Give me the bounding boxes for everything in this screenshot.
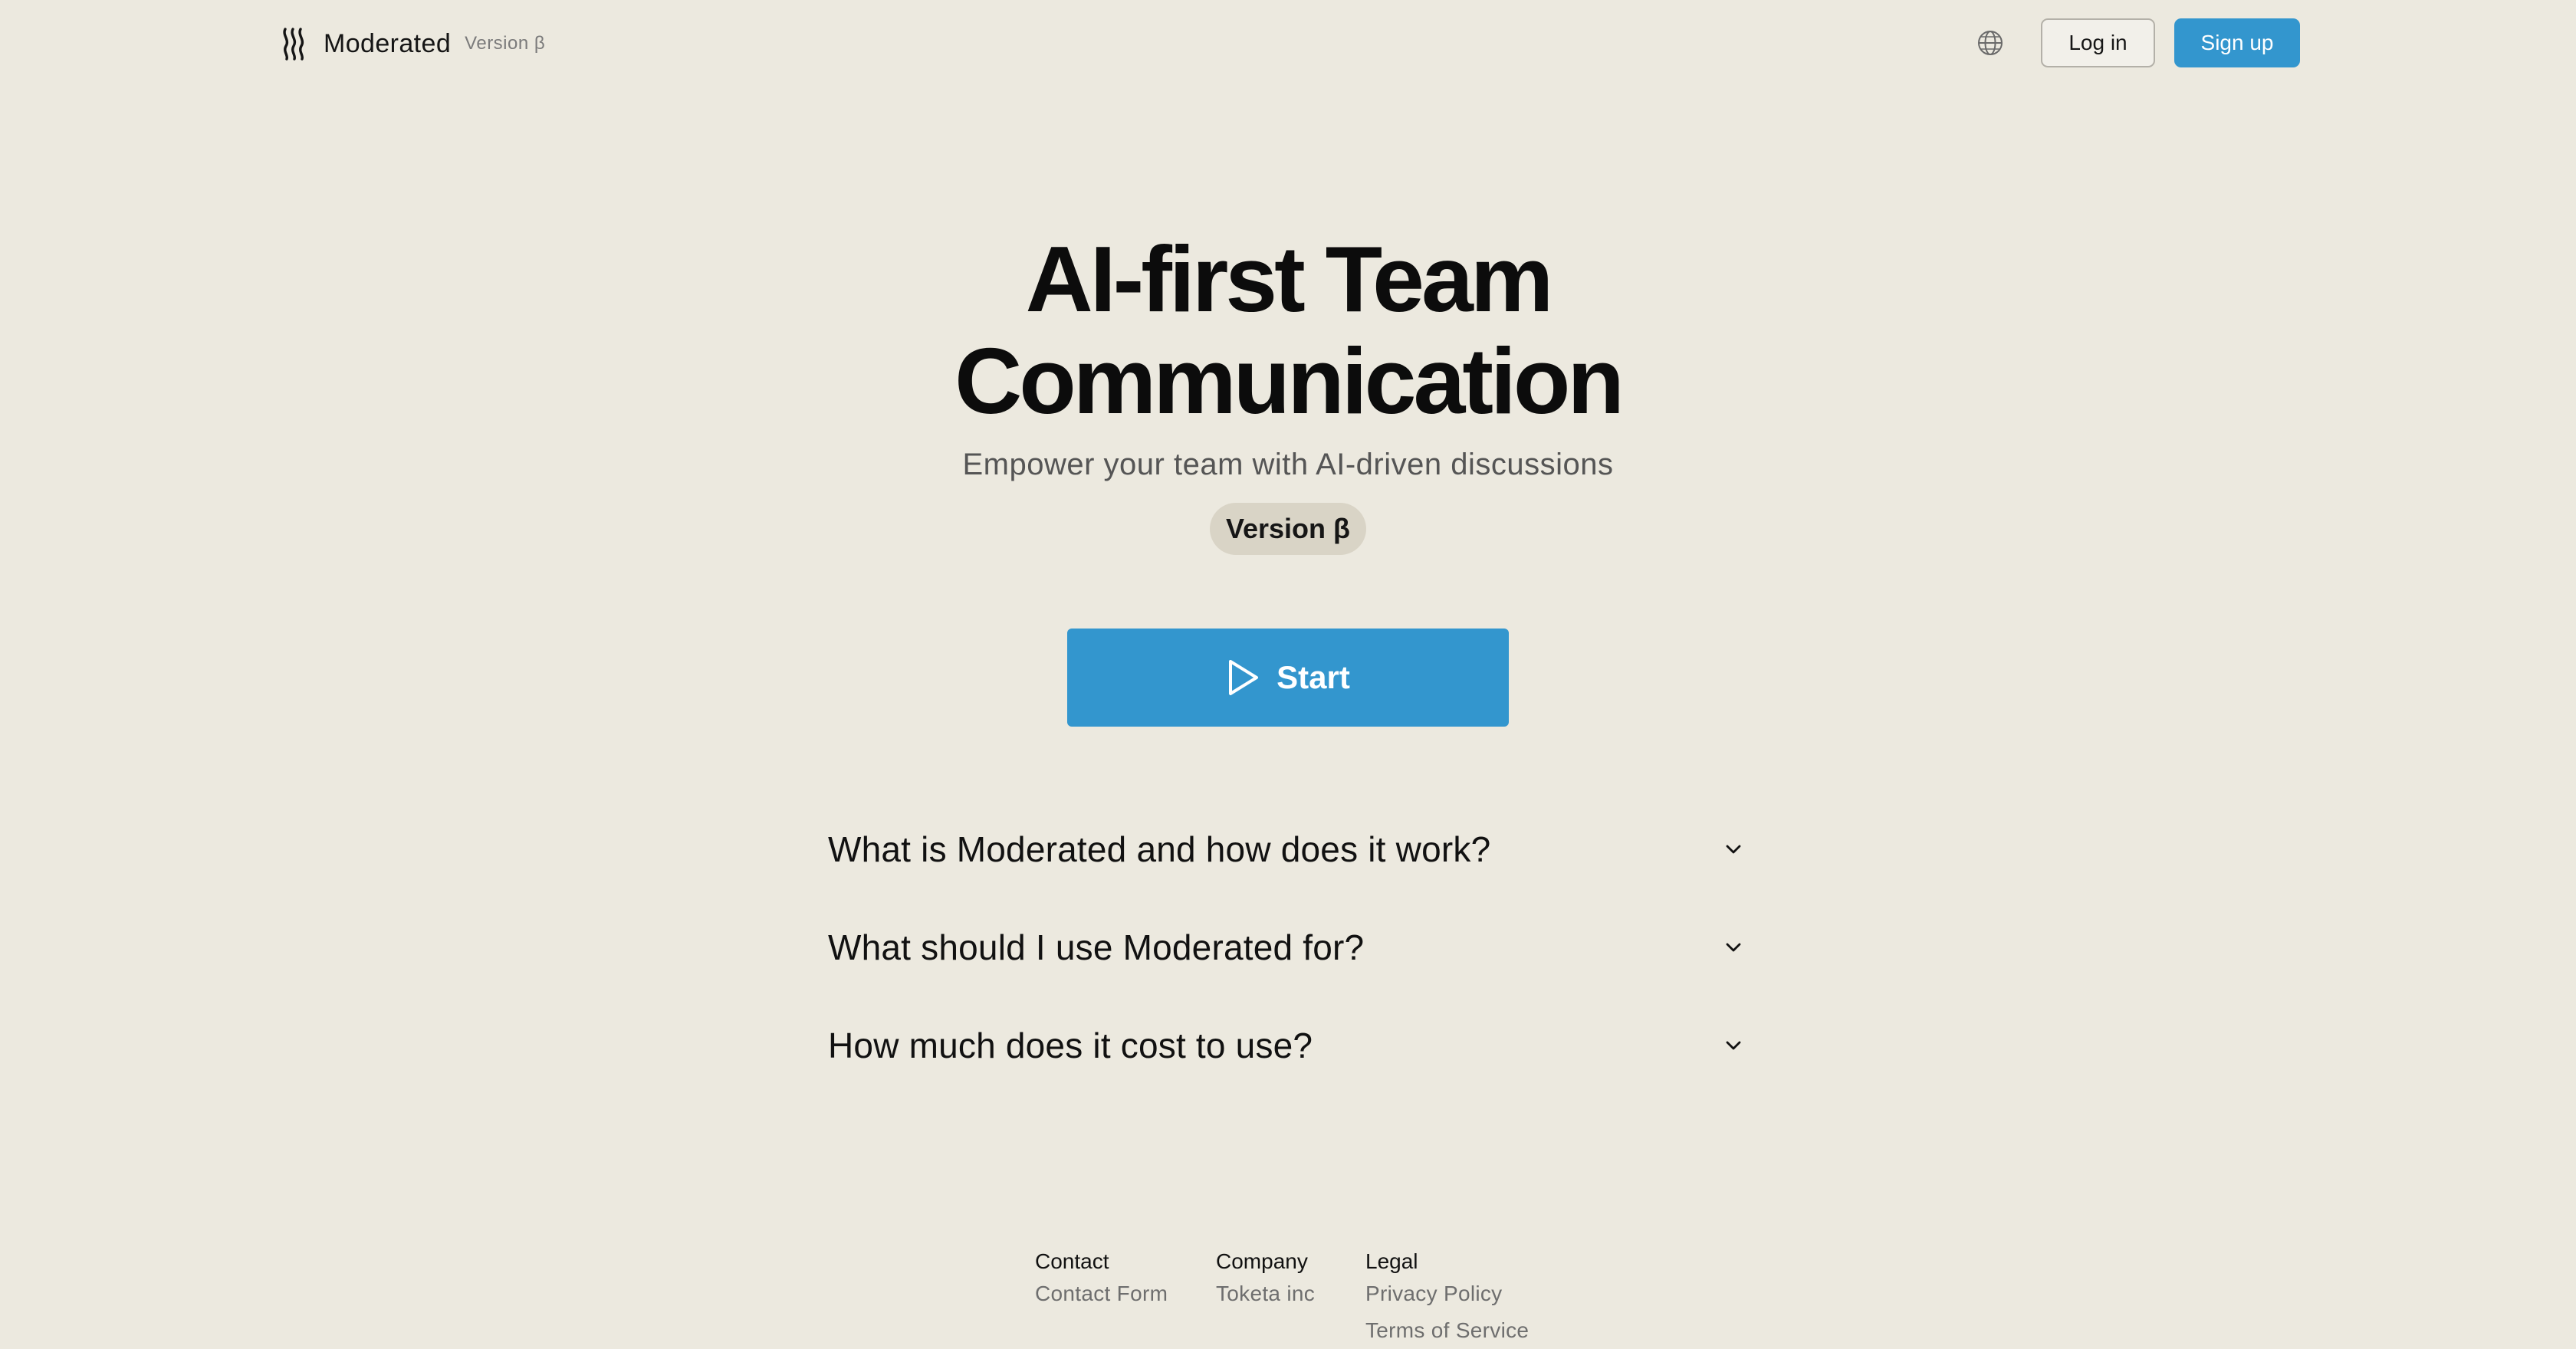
signup-button[interactable]: Sign up xyxy=(2174,18,2300,67)
chevron-down-icon xyxy=(1726,845,1741,854)
faq-question: What is Moderated and how does it work? xyxy=(828,829,1491,869)
footer-heading-legal: Legal xyxy=(1365,1249,1418,1273)
version-badge: Version β xyxy=(1210,503,1366,555)
brand-home-link[interactable]: Moderated Version β xyxy=(281,23,545,64)
faq-question: What should I use Moderated for? xyxy=(828,927,1365,967)
faq-item[interactable]: What should I use Moderated for? xyxy=(828,898,1748,996)
brand-name: Moderated xyxy=(324,28,452,58)
footer-heading-company: Company xyxy=(1216,1249,1308,1273)
moderated-logo-icon xyxy=(283,28,304,61)
hero-title: AI-first Team Communication xyxy=(0,228,2576,432)
footer-heading-contact: Contact xyxy=(1035,1249,1109,1273)
hero-title-line-1: AI-first Team xyxy=(1025,227,1554,331)
faq-question: How much does it cost to use? xyxy=(828,1026,1313,1065)
footer-column-contact: Contact Contact Form xyxy=(1035,1248,1168,1312)
footer-link-contact-form[interactable]: Contact Form xyxy=(1035,1275,1168,1312)
login-button[interactable]: Log in xyxy=(2041,18,2155,67)
chevron-down-icon xyxy=(1726,943,1741,952)
chevron-down-icon xyxy=(1726,1041,1741,1050)
footer-link-privacy-policy[interactable]: Privacy Policy xyxy=(1365,1275,1529,1312)
globe-icon[interactable] xyxy=(1976,28,2005,57)
hero-subtitle: Empower your team with AI-driven discuss… xyxy=(962,448,1614,481)
faq-item[interactable]: What is Moderated and how does it work? xyxy=(828,800,1748,898)
footer-column-company: Company Toketa inc xyxy=(1216,1248,1315,1312)
hero-title-line-2: Communication xyxy=(955,329,1625,433)
start-button-label: Start xyxy=(1276,659,1350,695)
start-button[interactable]: Start xyxy=(1067,629,1509,727)
site-header: Moderated Version β Log in Sign up xyxy=(0,0,2576,86)
footer-link-company[interactable]: Toketa inc xyxy=(1216,1275,1315,1312)
play-icon xyxy=(1229,660,1259,695)
brand-version-label: Version β xyxy=(465,33,546,54)
faq-list: What is Moderated and how does it work? … xyxy=(828,800,1748,1095)
footer-link-terms-of-service[interactable]: Terms of Service xyxy=(1365,1312,1529,1349)
footer-column-legal: Legal Privacy Policy Terms of Service xyxy=(1365,1248,1529,1349)
faq-item[interactable]: How much does it cost to use? xyxy=(828,996,1748,1095)
